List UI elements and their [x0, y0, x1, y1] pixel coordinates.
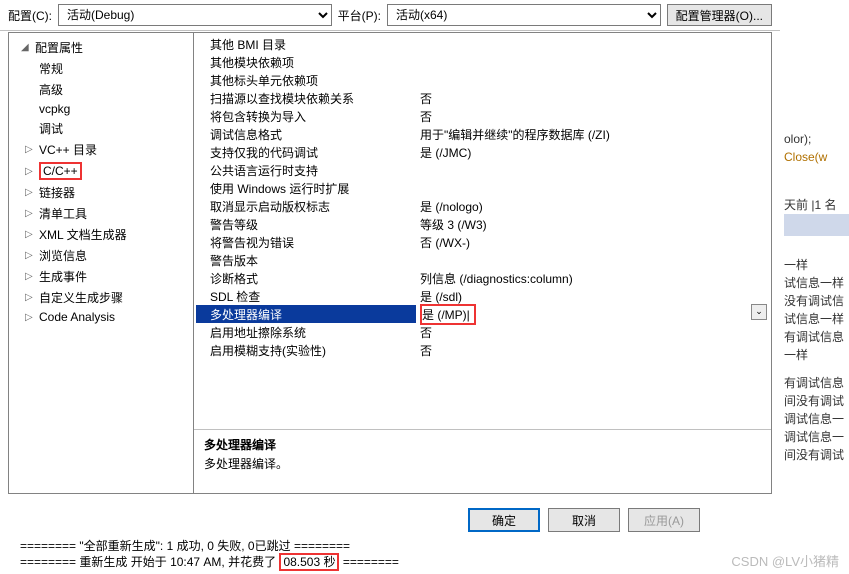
grid-row[interactable]: 警告等级等级 3 (/W3)	[196, 215, 769, 233]
grid-row[interactable]: 公共语言运行时支持	[196, 161, 769, 179]
platform-select[interactable]: 活动(x64)	[387, 4, 661, 26]
tree-item[interactable]: vcpkg	[9, 100, 193, 118]
tree-item[interactable]: 调试	[9, 118, 193, 139]
grid-key: 其他标头单元依赖项	[196, 72, 416, 89]
arrow-right-icon: ▷	[25, 271, 35, 282]
grid-row[interactable]: 调试信息格式用于"编辑并继续"的程序数据库 (/ZI)	[196, 125, 769, 143]
arrow-right-icon: ▷	[25, 208, 35, 219]
grid-key: 使用 Windows 运行时扩展	[196, 180, 416, 197]
grid-row[interactable]: 将警告视为错误否 (/WX-)	[196, 233, 769, 251]
ok-button[interactable]: 确定	[468, 508, 540, 532]
grid-row[interactable]: 警告版本	[196, 251, 769, 269]
grid-row[interactable]: 取消显示启动版权标志是 (/nologo)	[196, 197, 769, 215]
grid-key: 扫描源以查找模块依赖关系	[196, 90, 416, 107]
desc-title: 多处理器编译	[204, 436, 761, 453]
tree-item[interactable]: ▷生成事件	[9, 266, 193, 287]
desc-text: 多处理器编译。	[204, 455, 761, 472]
grid-value[interactable]: 是 (/nologo)	[416, 198, 769, 215]
grid-key: 其他 BMI 目录	[196, 36, 416, 53]
tree-item[interactable]: ▷ C/C++	[9, 160, 193, 182]
grid-value[interactable]: 等级 3 (/W3)	[416, 216, 769, 233]
grid-key: 警告等级	[196, 216, 416, 233]
arrow-right-icon: ▷	[25, 166, 35, 177]
grid-value[interactable]: 否 (/WX-)	[416, 234, 769, 251]
grid-key: 多处理器编译	[196, 306, 416, 323]
grid-key: 将警告视为错误	[196, 234, 416, 251]
grid-key: 调试信息格式	[196, 126, 416, 143]
dialog-buttons: 确定 取消 应用(A)	[468, 508, 700, 532]
tree-item[interactable]: ▷浏览信息	[9, 245, 193, 266]
tree-item-highlight: C/C++	[39, 162, 82, 180]
grid-value[interactable]: 是 (/JMC)	[416, 144, 769, 161]
grid-row[interactable]: 将包含转换为导入否	[196, 107, 769, 125]
description-pane: 多处理器编译 多处理器编译。	[194, 429, 771, 493]
grid-value[interactable]: 用于"编辑并继续"的程序数据库 (/ZI)	[416, 126, 769, 143]
grid-value[interactable]: 列信息 (/diagnostics:column)	[416, 270, 769, 287]
output-log: ======== "全部重新生成": 1 成功, 0 失败, 0已跳过 ====…	[0, 538, 780, 574]
platform-label: 平台(P):	[338, 7, 381, 24]
grid-key: SDL 检查	[196, 288, 416, 305]
grid-row[interactable]: 其他标头单元依赖项	[196, 71, 769, 89]
dialog-body: ◢配置属性 常规高级vcpkg调试▷VC++ 目录▷C/C++▷链接器▷清单工具…	[8, 32, 772, 494]
grid-value[interactable]: 是 (/sdl)	[416, 288, 769, 305]
grid-key: 警告版本	[196, 252, 416, 269]
apply-button[interactable]: 应用(A)	[628, 508, 700, 532]
dropdown-icon[interactable]: ⌄	[751, 304, 767, 320]
grid-key: 支持仅我的代码调试	[196, 144, 416, 161]
grid-key: 公共语言运行时支持	[196, 162, 416, 179]
properties-dialog: 配置(C): 活动(Debug) 平台(P): 活动(x64) 配置管理器(O)…	[0, 0, 780, 574]
arrow-right-icon: ▷	[25, 229, 35, 240]
value-highlight: 是 (/MP)|	[420, 304, 476, 325]
arrow-down-icon: ◢	[21, 42, 31, 53]
grid-row[interactable]: 其他模块依赖项	[196, 53, 769, 71]
grid-row[interactable]: 扫描源以查找模块依赖关系否	[196, 89, 769, 107]
grid-row[interactable]: 支持仅我的代码调试是 (/JMC)	[196, 143, 769, 161]
grid-row[interactable]: 使用 Windows 运行时扩展	[196, 179, 769, 197]
grid-value[interactable]: 否	[416, 108, 769, 125]
tree: ◢配置属性 常规高级vcpkg调试▷VC++ 目录▷C/C++▷链接器▷清单工具…	[9, 33, 194, 493]
property-grid: 其他 BMI 目录其他模块依赖项其他标头单元依赖项扫描源以查找模块依赖关系否将包…	[194, 33, 771, 429]
grid-value[interactable]: 是 (/MP)| ⌄	[416, 304, 769, 325]
grid-row[interactable]: 诊断格式列信息 (/diagnostics:column)	[196, 269, 769, 287]
tree-item[interactable]: ▷自定义生成步骤	[9, 287, 193, 308]
grid-row[interactable]: 其他 BMI 目录	[196, 35, 769, 53]
arrow-right-icon: ▷	[25, 187, 35, 198]
build-time-highlight: 08.503 秒	[279, 553, 339, 571]
cancel-button[interactable]: 取消	[548, 508, 620, 532]
tree-item[interactable]: 常规	[9, 58, 193, 79]
grid-key: 其他模块依赖项	[196, 54, 416, 71]
tree-item[interactable]: ▷XML 文档生成器	[9, 224, 193, 245]
tree-item[interactable]: 高级	[9, 79, 193, 100]
arrow-right-icon: ▷	[25, 292, 35, 303]
tree-item[interactable]: ▷VC++ 目录	[9, 139, 193, 160]
grid-row[interactable]: 多处理器编译是 (/MP)| ⌄	[196, 305, 769, 323]
grid-row[interactable]: SDL 检查是 (/sdl)	[196, 287, 769, 305]
config-select[interactable]: 活动(Debug)	[58, 4, 332, 26]
topbar: 配置(C): 活动(Debug) 平台(P): 活动(x64) 配置管理器(O)…	[0, 0, 780, 31]
grid-value[interactable]: 否	[416, 90, 769, 107]
tree-item[interactable]: ▷Code Analysis	[9, 308, 193, 326]
grid-value[interactable]: 否	[416, 342, 769, 359]
grid-row[interactable]: 启用地址擦除系统否	[196, 323, 769, 341]
right-pane: 其他 BMI 目录其他模块依赖项其他标头单元依赖项扫描源以查找模块依赖关系否将包…	[194, 33, 771, 493]
watermark: CSDN @LV小猪精	[731, 551, 839, 570]
arrow-right-icon: ▷	[25, 144, 35, 155]
tree-item[interactable]: ▷链接器	[9, 182, 193, 203]
background-code: olor); Close(w 天前 |1 名 一样 试信息一样 没有调试信 试信…	[784, 0, 849, 520]
grid-key: 启用地址擦除系统	[196, 324, 416, 341]
config-manager-button[interactable]: 配置管理器(O)...	[667, 4, 772, 26]
grid-key: 诊断格式	[196, 270, 416, 287]
arrow-right-icon: ▷	[25, 312, 35, 323]
tree-item[interactable]: ▷清单工具	[9, 203, 193, 224]
arrow-right-icon: ▷	[25, 250, 35, 261]
grid-key: 启用模糊支持(实验性)	[196, 342, 416, 359]
grid-key: 取消显示启动版权标志	[196, 198, 416, 215]
grid-value[interactable]: 否	[416, 324, 769, 341]
grid-key: 将包含转换为导入	[196, 108, 416, 125]
config-label: 配置(C):	[8, 7, 52, 24]
tree-root[interactable]: ◢配置属性	[9, 37, 193, 58]
grid-row[interactable]: 启用模糊支持(实验性)否	[196, 341, 769, 359]
